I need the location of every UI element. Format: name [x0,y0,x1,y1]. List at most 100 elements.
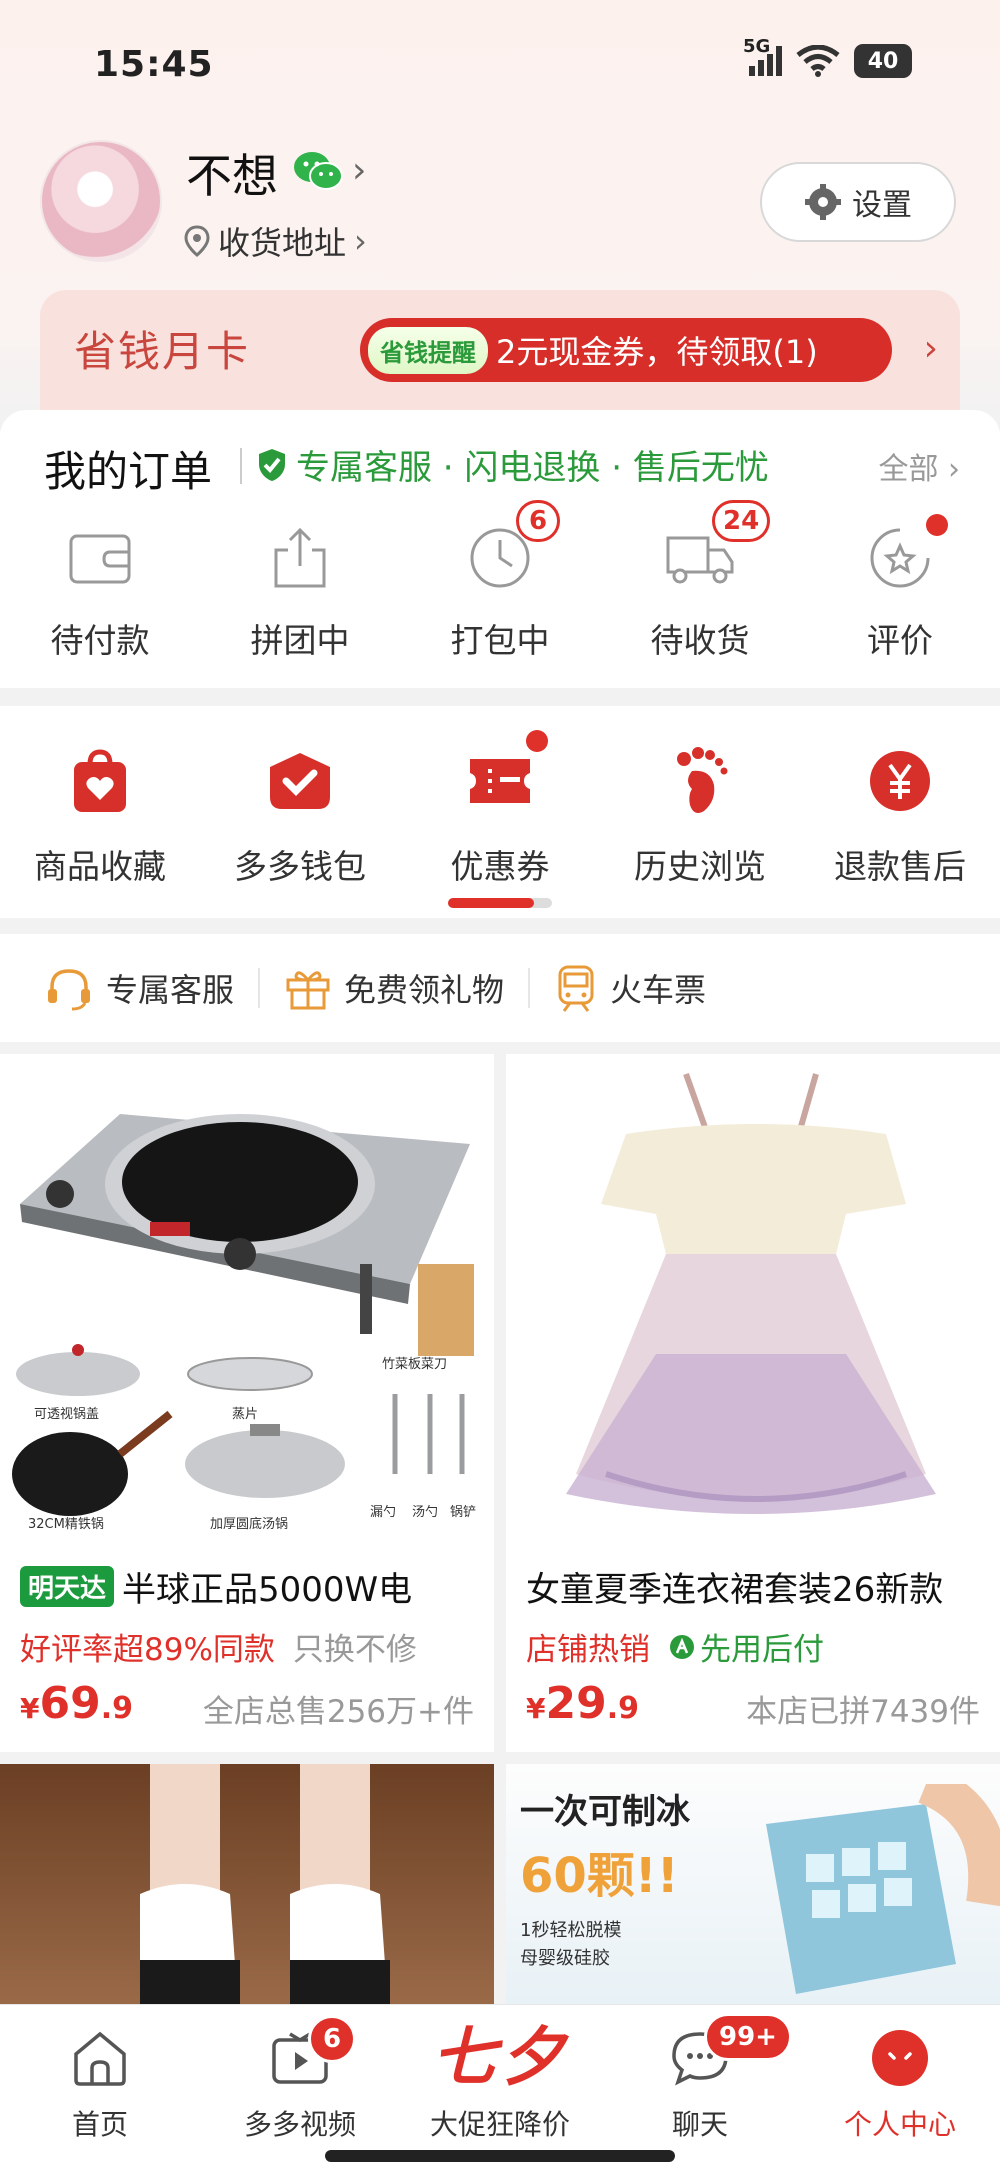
product-sold: 全店总售256万+件 [202,1694,474,1730]
fast-delivery-tag: 明天达 [20,1566,115,1607]
product-title-text: 女童夏季连衣裙套装26新款 [526,1570,944,1610]
home-indicator[interactable] [325,2150,675,2162]
image-label: 加厚圆底汤锅 [210,1516,288,1532]
gear-icon [805,184,841,220]
status-time: 15:45 [94,44,214,85]
tool-wallet[interactable]: 多多钱包 [200,736,400,888]
address-chevron-icon: › [354,222,367,260]
orders-divider [240,448,242,484]
tool-refunds[interactable]: 退款售后 [800,736,1000,888]
service-row: 专属客服 免费领礼物 火车票 [0,934,1000,1042]
product-tag: 好评率超89%同款 [20,1632,275,1668]
service-divider [528,968,531,1008]
product-image-ice-mold [766,1784,1000,1994]
orders-all-link[interactable]: 全部 › [878,444,960,488]
profile-chevron-icon[interactable]: › [352,150,366,191]
promo-line-4: 母婴级硅胶 [520,1948,610,1969]
promo-line-1: 一次可制冰 [520,1792,690,1832]
image-label: 竹菜板菜刀 [382,1357,447,1372]
image-label: 汤勺 [412,1505,438,1520]
product-image-girls-dress [506,1054,1000,1534]
wallet-heart-icon [270,753,330,809]
tool-favorites[interactable]: 商品收藏 [0,736,200,888]
order-group-buying[interactable]: 拼团中 [200,518,400,662]
promo-line-2: 60颗!! [520,1848,679,1904]
tool-label: 优惠券 [450,847,550,886]
product-card[interactable]: 可透视锅盖 蒸片 竹菜板菜刀 32CM精铁锅 加厚圆底汤锅 漏勺 汤勺 锅铲 明… [0,1054,494,1752]
savings-card-chevron-icon[interactable]: › [924,328,938,369]
savings-reminder-pill[interactable]: 省钱提醒 2元现金券，待领取(1) [360,318,892,382]
home-icon [74,2031,126,2086]
order-label: 待收货 [650,621,750,660]
order-pending-payment[interactable]: 待付款 [0,518,200,662]
orders-section: 我的订单 专属客服 · 闪电退换 · 售后无忧 全部 › 待付款 拼团中 6 打… [0,410,1000,688]
nav-home[interactable]: 首页 [0,2023,200,2143]
service-label: 专属客服 [106,971,235,1009]
product-tags: 店铺热销 先用后付 [526,1624,824,1669]
orders-promo-text: 专属客服 · 闪电退换 · 售后无忧 [296,448,769,488]
refund-yuan-icon [870,751,930,811]
price-decimal: .9 [100,1691,133,1726]
settings-label: 设置 [852,188,912,223]
settings-button[interactable]: 设置 [760,162,956,242]
wechat-icon [294,152,343,190]
network-label: 5G [743,36,771,57]
tools-section: 商品收藏 多多钱包 优惠券 历史浏览 退款售后 [0,706,1000,918]
order-label: 待付款 [50,621,150,660]
order-badge: 6 [516,500,560,542]
order-badge: 24 [712,500,771,542]
product-card[interactable]: 一次可制冰 60颗!! 1秒轻松脱模 母婴级硅胶 [506,1764,1000,2004]
order-packing[interactable]: 6 打包中 [400,500,600,662]
service-divider [258,968,261,1008]
service-label: 免费领礼物 [344,971,505,1009]
tools-scroll-indicator [448,898,552,908]
nav-label: 聊天 [671,2108,728,2141]
image-label: 可透视锅盖 [34,1406,99,1422]
coupon-icon [470,759,530,803]
nav-label: 首页 [71,2108,128,2141]
service-customer-support[interactable]: 专属客服 [44,963,234,1013]
product-card[interactable] [0,1764,494,2004]
wifi-icon [796,45,840,77]
product-tag: 店铺热销 [526,1632,650,1668]
order-review[interactable]: 评价 [800,514,1000,662]
order-awaiting-delivery[interactable]: 24 待收货 [600,500,800,662]
order-label: 评价 [867,621,933,660]
orders-title: 我的订单 [44,447,213,496]
nav-label: 多多视频 [243,2108,356,2141]
tool-label: 商品收藏 [34,847,166,886]
wallet-icon [69,534,131,584]
profile-icon [872,2030,928,2086]
gift-icon [286,971,330,1010]
status-icons: 5G 40 [743,36,912,78]
tool-history[interactable]: 历史浏览 [600,736,800,888]
promo-line-3: 1秒轻松脱模 [520,1920,622,1941]
address-link[interactable]: 收货地址 › [184,218,367,264]
image-label: 32CM精铁锅 [28,1516,104,1532]
nav-video[interactable]: 6 多多视频 [200,2015,400,2143]
service-train-ticket[interactable]: 火车票 [554,963,706,1013]
tool-coupons[interactable]: 优惠券 [400,730,600,888]
savings-card[interactable]: 省钱月卡 省钱提醒 2元现金券，待领取(1) › [40,290,960,410]
battery-indicator: 40 [854,44,912,78]
nav-chat[interactable]: 99+ 聊天 [600,2013,800,2143]
product-card[interactable]: 女童夏季连衣裙套装26新款 店铺热销 先用后付 ¥29.9 本店已拼7439件 [506,1054,1000,1752]
price-currency: ¥ [526,1692,546,1725]
footprint-icon [677,747,728,813]
pay-later-tag: 先用后付 [668,1624,824,1669]
product-tag: 先用后付 [700,1632,824,1668]
nav-promo[interactable]: 七夕 大促狂降价 [400,2023,600,2143]
nav-profile[interactable]: 个人中心 [800,2023,1000,2143]
coupon-dot [526,730,548,752]
image-label: 锅铲 [450,1504,476,1520]
tool-label: 多多钱包 [234,847,366,886]
headset-icon [48,969,90,1011]
pay-later-icon [670,1634,694,1659]
service-label: 火车票 [610,971,707,1009]
avatar[interactable] [40,140,162,262]
address-label: 收货地址 [218,224,347,262]
price-integer: 29 [545,1678,607,1729]
image-label: 蒸片 [232,1407,258,1422]
service-free-gift[interactable]: 免费领礼物 [284,964,504,1012]
user-name[interactable]: 不想 [186,140,278,206]
